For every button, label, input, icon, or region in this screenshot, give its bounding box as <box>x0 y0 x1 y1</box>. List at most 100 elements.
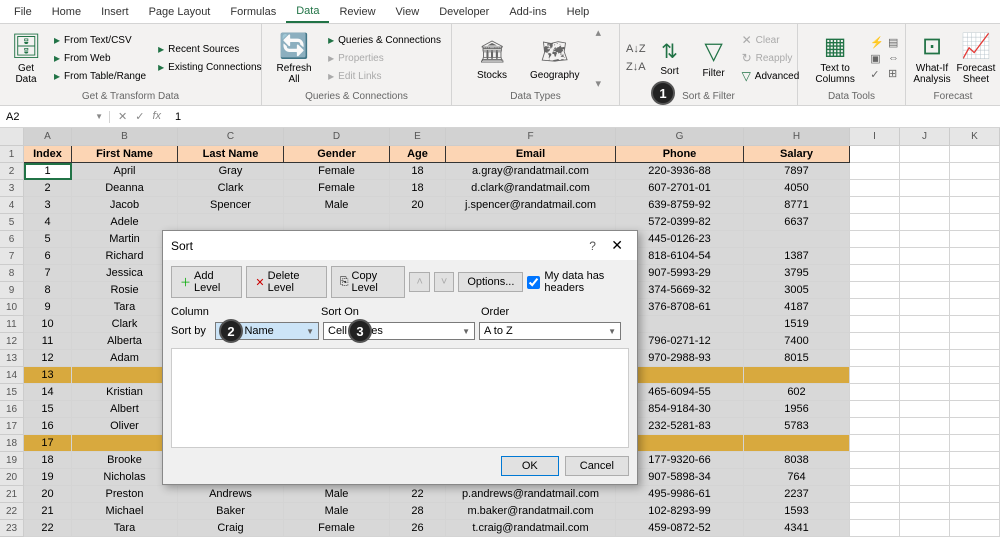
cell[interactable] <box>950 282 1000 299</box>
cell[interactable]: 8 <box>24 282 72 299</box>
headers-checkbox[interactable]: My data has headers <box>527 270 629 294</box>
cell[interactable]: 607-2701-01 <box>616 180 744 197</box>
cell[interactable]: Andrews <box>178 486 284 503</box>
cell[interactable] <box>950 486 1000 503</box>
cell[interactable] <box>950 367 1000 384</box>
cell[interactable] <box>900 282 950 299</box>
cell[interactable]: 28 <box>390 503 446 520</box>
cell[interactable]: 2 <box>24 180 72 197</box>
cell[interactable]: 20 <box>390 197 446 214</box>
cell[interactable]: 602 <box>744 384 850 401</box>
col-header-B[interactable]: B <box>72 128 178 146</box>
row-header[interactable]: 14 <box>0 367 24 384</box>
forecast-sheet-button[interactable]: 📈 Forecast Sheet <box>956 26 996 90</box>
row-header[interactable]: 9 <box>0 282 24 299</box>
get-data-button[interactable]: 🗄 Get Data <box>6 26 46 90</box>
col-header-D[interactable]: D <box>284 128 390 146</box>
cell[interactable] <box>900 197 950 214</box>
header-cell[interactable] <box>950 146 1000 163</box>
cell[interactable] <box>850 367 900 384</box>
row-header[interactable]: 6 <box>0 231 24 248</box>
add-level-button[interactable]: ＋Add Level <box>171 266 242 298</box>
col-header-E[interactable]: E <box>390 128 446 146</box>
cell[interactable] <box>850 486 900 503</box>
cell[interactable]: 7 <box>24 265 72 282</box>
ok-button[interactable]: OK <box>501 456 559 476</box>
col-header-K[interactable]: K <box>950 128 1000 146</box>
row-header[interactable]: 20 <box>0 469 24 486</box>
name-box[interactable]: A2▼ <box>0 111 110 123</box>
row-header[interactable]: 8 <box>0 265 24 282</box>
cell[interactable] <box>850 231 900 248</box>
cell[interactable] <box>850 282 900 299</box>
cell[interactable] <box>950 418 1000 435</box>
cell[interactable] <box>900 452 950 469</box>
cell[interactable]: Gray <box>178 163 284 180</box>
cell[interactable] <box>850 265 900 282</box>
row-header[interactable]: 3 <box>0 180 24 197</box>
cell[interactable]: 19 <box>24 469 72 486</box>
cell[interactable]: 26 <box>390 520 446 537</box>
col-header-G[interactable]: G <box>616 128 744 146</box>
cell[interactable]: 22 <box>390 486 446 503</box>
tab-formulas[interactable]: Formulas <box>220 2 286 22</box>
options-button[interactable]: Options... <box>458 272 523 292</box>
cell[interactable] <box>900 214 950 231</box>
ribbon-from-text-csv[interactable]: ▸From Text/CSV <box>50 32 150 48</box>
cell[interactable] <box>850 520 900 537</box>
row-header[interactable]: 15 <box>0 384 24 401</box>
clear-button[interactable]: ✕Clear <box>738 32 804 48</box>
cell[interactable] <box>950 316 1000 333</box>
relationships-icon[interactable]: ⇔ <box>888 52 899 64</box>
ribbon-from-web[interactable]: ▸From Web <box>50 50 150 66</box>
cell[interactable]: Preston <box>72 486 178 503</box>
cell[interactable]: 1387 <box>744 248 850 265</box>
cell[interactable] <box>850 452 900 469</box>
cell[interactable]: 459-0872-52 <box>616 520 744 537</box>
cell[interactable]: 1593 <box>744 503 850 520</box>
header-cell[interactable]: First Name <box>72 146 178 163</box>
move-down-button[interactable]: ˅ <box>434 272 454 292</box>
tab-data[interactable]: Data <box>286 1 329 23</box>
cell[interactable]: 5783 <box>744 418 850 435</box>
cell[interactable] <box>950 435 1000 452</box>
row-header[interactable]: 5 <box>0 214 24 231</box>
cell[interactable]: 16 <box>24 418 72 435</box>
cell[interactable] <box>850 350 900 367</box>
cell[interactable]: 3005 <box>744 282 850 299</box>
cell[interactable] <box>950 520 1000 537</box>
close-icon[interactable]: ✕ <box>605 237 629 253</box>
col-header-I[interactable]: I <box>850 128 900 146</box>
fx-icon[interactable]: fx <box>152 110 161 123</box>
cell[interactable] <box>950 384 1000 401</box>
cell[interactable]: 8771 <box>744 197 850 214</box>
cell[interactable] <box>950 231 1000 248</box>
cell[interactable]: 7400 <box>744 333 850 350</box>
cell[interactable]: Male <box>284 486 390 503</box>
cell[interactable] <box>900 418 950 435</box>
cell[interactable] <box>284 214 390 231</box>
reapply-button[interactable]: ↻Reapply <box>738 50 804 66</box>
row-header[interactable]: 1 <box>0 146 24 163</box>
sort-on-select[interactable]: Cell Values▼ <box>323 322 475 340</box>
row-header[interactable]: 11 <box>0 316 24 333</box>
cell[interactable]: Jacob <box>72 197 178 214</box>
cell[interactable] <box>178 214 284 231</box>
cell[interactable] <box>900 469 950 486</box>
cell[interactable]: 13 <box>24 367 72 384</box>
whatif-button[interactable]: ⊡ What-If Analysis <box>912 26 952 90</box>
cell[interactable]: p.andrews@randatmail.com <box>446 486 616 503</box>
filter-button[interactable]: ▽ Filter <box>694 26 734 90</box>
cell[interactable]: 1519 <box>744 316 850 333</box>
help-icon[interactable]: ? <box>583 239 602 253</box>
cell[interactable] <box>900 503 950 520</box>
row-header[interactable]: 16 <box>0 401 24 418</box>
row-header[interactable]: 2 <box>0 163 24 180</box>
header-cell[interactable]: Last Name <box>178 146 284 163</box>
cell[interactable] <box>900 316 950 333</box>
header-cell[interactable]: Salary <box>744 146 850 163</box>
cell[interactable] <box>900 299 950 316</box>
cell[interactable]: 22 <box>24 520 72 537</box>
row-header[interactable]: 10 <box>0 299 24 316</box>
cell[interactable] <box>950 197 1000 214</box>
